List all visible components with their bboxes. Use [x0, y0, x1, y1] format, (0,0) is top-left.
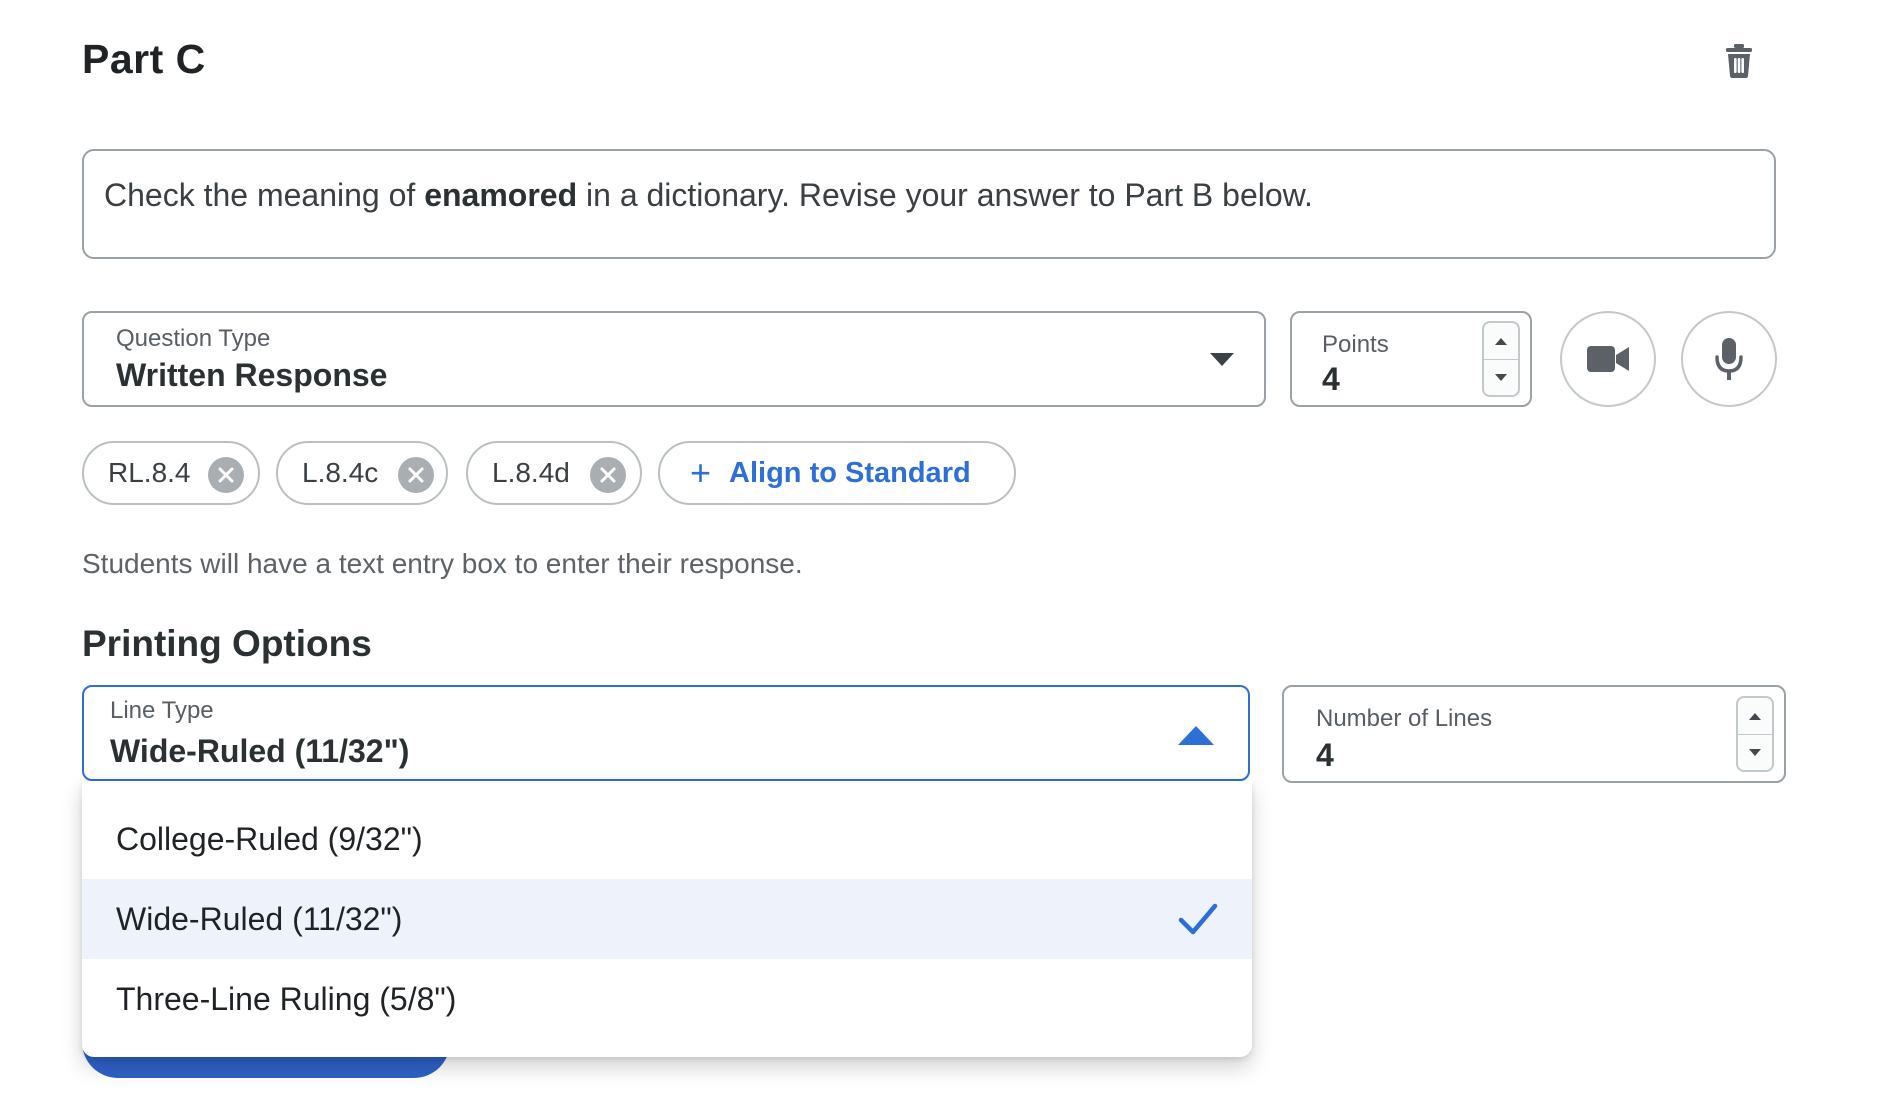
points-value[interactable]: 4	[1322, 361, 1340, 398]
video-camera-icon	[1587, 346, 1629, 372]
microphone-icon	[1715, 338, 1743, 380]
lines-decrement-button[interactable]	[1738, 734, 1772, 770]
close-icon	[600, 467, 616, 483]
option-label: Three-Line Ruling (5/8")	[116, 980, 457, 1017]
points-label: Points	[1322, 331, 1389, 358]
option-label: College-Ruled (9/32")	[116, 820, 423, 857]
standard-chip: L.8.4d	[466, 441, 642, 505]
line-type-dropdown-menu: College-Ruled (9/32") Wide-Ruled (11/32"…	[82, 781, 1252, 1057]
line-type-label: Line Type	[110, 697, 214, 724]
question-type-label: Question Type	[116, 325, 271, 352]
standard-chip: RL.8.4	[82, 441, 260, 505]
standard-chip-label: L.8.4c	[302, 457, 379, 488]
number-of-lines-label: Number of Lines	[1316, 705, 1493, 732]
arrow-up-icon	[1749, 712, 1761, 720]
response-help-text: Students will have a text entry box to e…	[82, 548, 803, 579]
close-icon	[218, 467, 234, 483]
line-type-option[interactable]: College-Ruled (9/32")	[82, 799, 1252, 879]
plus-icon: +	[690, 452, 712, 493]
prompt-text-bold: enamored	[424, 177, 578, 213]
standard-chip: L.8.4c	[276, 441, 448, 505]
line-type-option-selected[interactable]: Wide-Ruled (11/32")	[82, 879, 1252, 959]
part-title: Part C	[82, 36, 206, 82]
points-stepper	[1482, 321, 1520, 397]
points-field[interactable]: Points 4	[1290, 311, 1532, 407]
add-video-button[interactable]	[1560, 311, 1656, 407]
prompt-text-end: in a dictionary. Revise your answer to P…	[577, 177, 1313, 213]
number-of-lines-field[interactable]: Number of Lines 4	[1282, 685, 1786, 783]
delete-part-button[interactable]	[1720, 38, 1758, 84]
lines-increment-button[interactable]	[1738, 698, 1772, 735]
chevron-down-icon	[1210, 353, 1234, 366]
arrow-up-icon	[1495, 337, 1507, 345]
line-type-select[interactable]: Line Type Wide-Ruled (11/32")	[82, 685, 1250, 781]
chevron-up-icon	[1178, 726, 1214, 745]
option-label: Wide-Ruled (11/32")	[116, 900, 403, 937]
question-editor: Part C Check the meaning of enamored in …	[0, 0, 1900, 1102]
standard-chip-label: L.8.4d	[492, 457, 570, 488]
arrow-down-icon	[1495, 373, 1507, 381]
standard-chip-label: RL.8.4	[108, 457, 191, 488]
remove-standard-button[interactable]	[398, 457, 434, 493]
arrow-down-icon	[1749, 748, 1761, 756]
close-icon	[408, 467, 424, 483]
line-type-value: Wide-Ruled (11/32")	[110, 733, 410, 769]
number-of-lines-value[interactable]: 4	[1316, 737, 1334, 774]
lines-stepper	[1736, 696, 1774, 772]
printing-options-heading: Printing Options	[82, 623, 372, 664]
points-decrement-button[interactable]	[1484, 359, 1518, 395]
remove-standard-button[interactable]	[208, 457, 244, 493]
add-audio-button[interactable]	[1681, 311, 1777, 407]
prompt-text-start: Check the meaning of	[104, 177, 425, 213]
points-increment-button[interactable]	[1484, 323, 1518, 360]
line-type-option[interactable]: Three-Line Ruling (5/8")	[82, 959, 1252, 1039]
align-to-standard-button[interactable]: + Align to Standard	[658, 441, 1016, 505]
align-to-standard-label: Align to Standard	[729, 456, 971, 489]
checkmark-icon	[1178, 903, 1218, 935]
remove-standard-button[interactable]	[590, 457, 626, 493]
trash-icon	[1726, 44, 1752, 78]
question-type-select[interactable]: Question Type Written Response	[82, 311, 1266, 407]
question-prompt-field[interactable]: Check the meaning of enamored in a dicti…	[82, 149, 1776, 259]
question-type-value: Written Response	[116, 357, 388, 393]
